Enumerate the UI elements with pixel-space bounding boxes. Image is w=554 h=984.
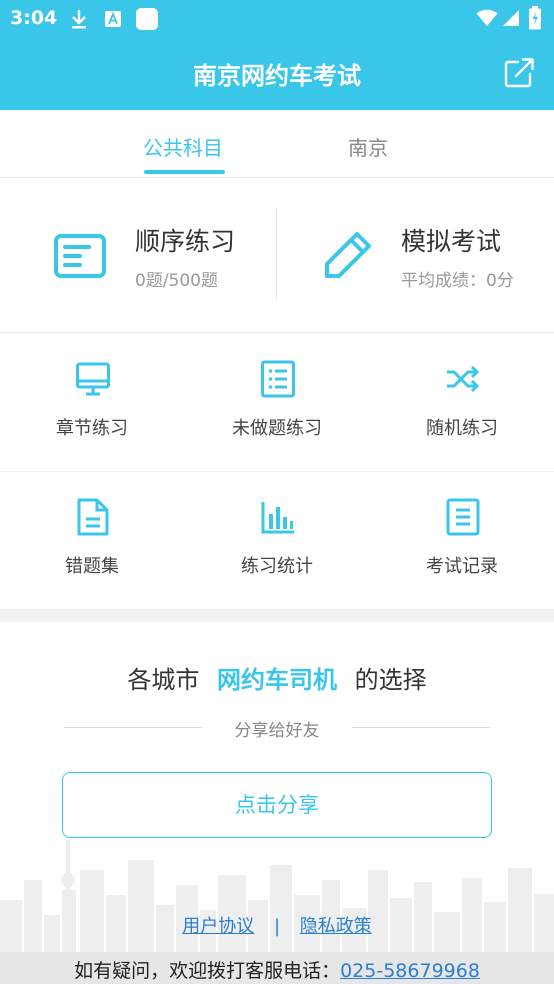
app-square-icon: [136, 8, 158, 30]
slogan-highlight: 网约车司机: [217, 666, 337, 694]
link-separator: |: [273, 916, 281, 937]
share-subtitle: 分享给好友: [234, 721, 320, 741]
sequential-practice-card[interactable]: 顺序练习 0题/500题: [0, 178, 276, 333]
user-agreement-link[interactable]: 用户协议: [182, 916, 254, 937]
grid-label: 章节练习: [56, 418, 128, 439]
record-icon: [446, 498, 480, 536]
practice-stats-button[interactable]: 练习统计: [185, 472, 369, 610]
keyboard-app-icon: [105, 11, 121, 27]
grid-label: 随机练习: [426, 418, 498, 439]
monitor-icon: [76, 362, 110, 396]
card-subtitle: 平均成绩：0分: [401, 271, 514, 291]
list-icon: [261, 360, 295, 398]
card-subtitle: 0题/500题: [135, 271, 218, 291]
signal-icon: [503, 10, 519, 26]
footer-links: 用户协议 | 隐私政策: [0, 912, 554, 938]
feature-grid-row-1: 章节练习 未做题练习 随机练习: [0, 334, 554, 472]
tab-nanjing[interactable]: 南京: [348, 132, 388, 161]
section-gap: [0, 609, 554, 622]
phone-link[interactable]: 025-58679968: [340, 960, 480, 982]
tab-public-subject[interactable]: 公共科目: [143, 132, 223, 161]
battery-icon: [529, 6, 541, 30]
contact-info: 如有疑问，欢迎拨打客服电话：025-58679968: [0, 956, 554, 983]
wrong-questions-button[interactable]: 错题集: [0, 472, 184, 610]
feature-grid-row-2: 错题集 练习统计 考试记录: [0, 472, 554, 610]
grid-label: 未做题练习: [232, 418, 322, 439]
app-bar: 南京网约车考试: [0, 38, 554, 110]
grid-label: 错题集: [65, 556, 119, 577]
slogan-prefix: 各城市: [127, 666, 200, 694]
shuffle-icon: [447, 365, 480, 393]
contact-prefix: 如有疑问，欢迎拨打客服电话：: [74, 960, 341, 982]
card-title: 顺序练习: [135, 227, 236, 256]
undone-practice-button[interactable]: 未做题练习: [185, 334, 369, 472]
slogan: 各城市 网约车司机 的选择: [0, 660, 554, 695]
active-tab-indicator: [144, 170, 225, 174]
share-button[interactable]: 点击分享: [62, 772, 492, 838]
grid-label: 练习统计: [241, 556, 313, 577]
divider-line-right: [352, 727, 490, 728]
bar-chart-icon: [261, 502, 294, 534]
status-time: 3:04: [10, 7, 58, 29]
main-cards: 顺序练习 0题/500题 模拟考试 平均成绩：0分: [0, 178, 554, 333]
random-practice-button[interactable]: 随机练习: [370, 334, 554, 472]
wifi-icon: [476, 9, 498, 26]
status-bar: 3:04: [0, 0, 554, 38]
chapter-practice-button[interactable]: 章节练习: [0, 334, 184, 472]
download-icon: [72, 10, 86, 29]
subject-tabs: 公共科目 南京: [0, 110, 554, 178]
privacy-policy-link[interactable]: 隐私政策: [300, 916, 372, 937]
page-title: 南京网约车考试: [193, 62, 361, 90]
document-card-icon: [54, 234, 106, 278]
slogan-suffix: 的选择: [354, 666, 427, 694]
exam-record-button[interactable]: 考试记录: [370, 472, 554, 610]
file-icon: [77, 498, 109, 536]
pencil-icon: [325, 232, 371, 278]
share-icon[interactable]: [502, 56, 536, 90]
mock-exam-card[interactable]: 模拟考试 平均成绩：0分: [277, 178, 554, 333]
card-title: 模拟考试: [401, 227, 502, 256]
grid-label: 考试记录: [426, 556, 498, 577]
